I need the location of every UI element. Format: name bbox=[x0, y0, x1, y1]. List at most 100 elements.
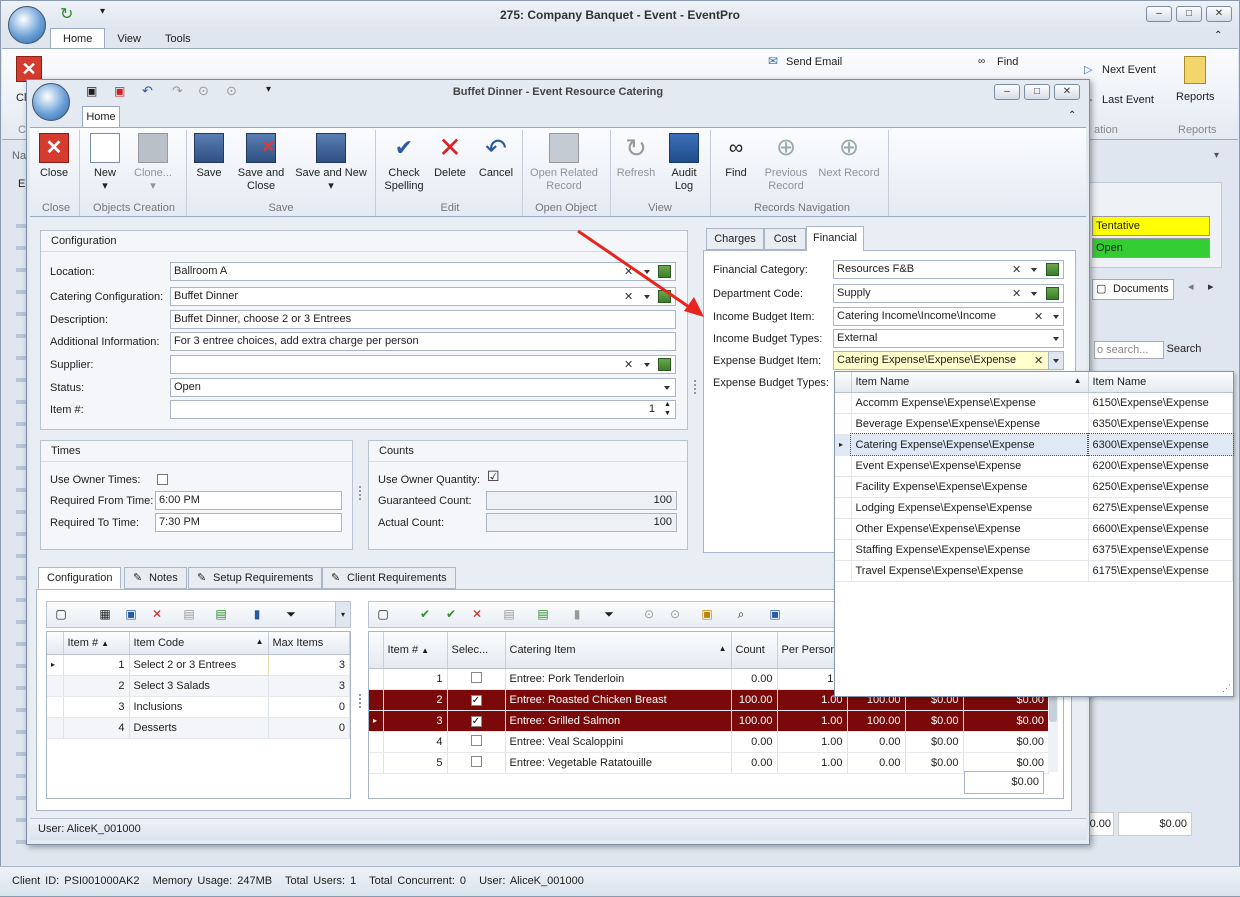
dropdown-cell-item-code[interactable]: 6175\Expense\Expense bbox=[1088, 560, 1233, 582]
dropdown-row[interactable]: Other Expense\Expense\Expense 6600\Expens… bbox=[835, 518, 1233, 540]
tab-charges[interactable]: Charges bbox=[706, 228, 764, 250]
dropdown-cell-item-name[interactable]: Travel Expense\Expense\Expense bbox=[851, 560, 1089, 582]
items-filter-icon[interactable]: ⏷ bbox=[600, 605, 618, 623]
tab-configuration[interactable]: Configuration bbox=[38, 567, 122, 589]
use-owner-quantity-checkbox[interactable]: ☑ bbox=[487, 469, 500, 483]
items-copy-icon[interactable]: ▤ bbox=[500, 605, 518, 623]
main-tab-view[interactable]: View bbox=[105, 29, 153, 49]
child-maximize-button[interactable]: □ bbox=[1024, 84, 1050, 100]
items-new-icon[interactable]: ▢ bbox=[374, 605, 392, 623]
main-tab-tools[interactable]: Tools bbox=[153, 29, 203, 49]
tab-scroll-right-icon[interactable]: ▸ bbox=[1208, 280, 1214, 293]
dropdown-cell-item-code[interactable]: 6200\Expense\Expense bbox=[1088, 455, 1233, 477]
tb-export-icon[interactable]: ▤ bbox=[212, 605, 230, 623]
dropdown-row[interactable]: Lodging Expense\Expense\Expense 6275\Expe… bbox=[835, 497, 1233, 519]
table-row[interactable]: 3 Inclusions 0 bbox=[47, 696, 350, 718]
tb-new-icon[interactable]: ▢ bbox=[52, 605, 70, 623]
dropdown-cell-item-code[interactable]: 6250\Expense\Expense bbox=[1088, 476, 1233, 498]
use-owner-times-checkbox[interactable] bbox=[157, 474, 168, 485]
items-check-icon[interactable]: ✔ bbox=[416, 605, 434, 623]
expense-budget-item-dropdown-icon[interactable] bbox=[1053, 359, 1059, 363]
refresh-icon[interactable]: ↻ bbox=[60, 4, 73, 24]
cell-per-person[interactable]: 1.00 bbox=[777, 731, 848, 753]
department-code-clear-icon[interactable]: ✕ bbox=[1012, 287, 1021, 300]
cell-item-number[interactable]: 2 bbox=[63, 675, 130, 697]
cell-catering-item[interactable]: Entree: Roasted Chicken Breast bbox=[505, 689, 732, 711]
income-budget-item-clear-icon[interactable]: ✕ bbox=[1034, 310, 1043, 323]
audit-log-button[interactable]: Audit Log bbox=[666, 133, 702, 193]
previous-record-button[interactable]: ⊕ Previous Record bbox=[760, 133, 812, 193]
dropdown-row[interactable]: Beverage Expense\Expense\Expense 6350\Exp… bbox=[835, 413, 1233, 435]
table-row[interactable]: 4 Desserts 0 bbox=[47, 717, 350, 739]
supplier-clear-icon[interactable]: ✕ bbox=[624, 358, 633, 371]
cell-extra-3[interactable]: $0.00 bbox=[963, 752, 1049, 774]
splitter-grip[interactable] bbox=[694, 380, 696, 394]
send-email-button[interactable]: Send Email bbox=[786, 56, 842, 68]
status-select[interactable]: Open bbox=[170, 378, 676, 397]
check-spelling-button[interactable]: ✔ Check Spelling bbox=[384, 133, 424, 193]
financial-category-clear-icon[interactable]: ✕ bbox=[1012, 263, 1021, 276]
cell-selected[interactable] bbox=[447, 752, 506, 774]
dropdown-cell-item-name[interactable]: Event Expense\Expense\Expense bbox=[851, 455, 1089, 477]
income-budget-item-dropdown-icon[interactable] bbox=[1053, 315, 1059, 319]
items-export-icon[interactable]: ▤ bbox=[534, 605, 552, 623]
table-row[interactable]: 2 Select 3 Salads 3 bbox=[47, 675, 350, 697]
cell-catering-item[interactable]: Entree: Vegetable Ratatouille bbox=[505, 752, 732, 774]
additional-information-field[interactable]: For 3 entree choices, add extra charge p… bbox=[170, 332, 676, 351]
cell-selected[interactable]: ✓ bbox=[447, 689, 506, 711]
supplier-field[interactable] bbox=[170, 355, 676, 374]
cell-count[interactable]: 0.00 bbox=[731, 731, 778, 753]
child-minimize-button[interactable]: – bbox=[994, 84, 1020, 100]
dropdown-row[interactable]: Staffing Expense\Expense\Expense 6375\Exp… bbox=[835, 539, 1233, 561]
financial-category-field[interactable]: Resources F&B bbox=[833, 260, 1064, 279]
col-selected[interactable]: Selec... bbox=[447, 632, 506, 669]
cell-item-code[interactable]: Inclusions bbox=[129, 696, 269, 718]
tentative-status[interactable]: Tentative bbox=[1092, 216, 1210, 236]
checked-checkbox-icon[interactable]: ✓ bbox=[470, 715, 482, 727]
dropdown-cell-item-code[interactable]: 6600\Expense\Expense bbox=[1088, 518, 1233, 540]
unchecked-checkbox-icon[interactable] bbox=[470, 671, 482, 683]
save-and-close-button[interactable]: ✕ Save and Close bbox=[236, 133, 286, 193]
col-items-number[interactable]: Item # ▲ bbox=[383, 632, 448, 669]
supplier-dropdown-icon[interactable] bbox=[644, 363, 650, 367]
cell-max-items[interactable]: 3 bbox=[268, 654, 350, 676]
delete-button[interactable]: ✕ Delete bbox=[432, 133, 468, 180]
dropdown-cell-item-name[interactable]: Other Expense\Expense\Expense bbox=[851, 518, 1089, 540]
cell-selected[interactable] bbox=[447, 668, 506, 690]
main-maximize-button[interactable]: □ bbox=[1176, 6, 1202, 22]
cell-per-person[interactable]: 1.00 bbox=[777, 710, 848, 732]
dropdown-cell-item-code[interactable]: 6275\Expense\Expense bbox=[1088, 497, 1233, 519]
actual-count-field[interactable]: 100 bbox=[486, 513, 677, 532]
tab-financial[interactable]: Financial bbox=[806, 226, 864, 251]
item-number-spinner[interactable]: 1 bbox=[170, 400, 676, 419]
cell-extra-1[interactable]: 100.00 bbox=[847, 710, 906, 732]
collapse-ribbon-icon[interactable]: ⌃ bbox=[1214, 30, 1222, 41]
quick-access-dropdown-icon[interactable]: ▾ bbox=[100, 6, 105, 17]
child-collapse-ribbon-icon[interactable]: ⌃ bbox=[1068, 110, 1076, 121]
tab-notes[interactable]: ✎ Notes bbox=[124, 567, 187, 589]
cell-item-number[interactable]: 5 bbox=[383, 752, 448, 774]
child-close-button[interactable]: ✕ bbox=[1054, 84, 1080, 100]
refresh-button[interactable]: ↻ Refresh bbox=[614, 133, 658, 180]
cell-extra-3[interactable]: $0.00 bbox=[963, 710, 1049, 732]
cell-item-number[interactable]: 4 bbox=[383, 731, 448, 753]
expense-budget-item-field[interactable]: Catering Expense\Expense\Expense bbox=[833, 351, 1064, 370]
cell-extra-2[interactable]: $0.00 bbox=[905, 731, 964, 753]
qa-save-close-icon[interactable]: ▣ bbox=[114, 84, 125, 98]
cell-extra-3[interactable]: $0.00 bbox=[963, 731, 1049, 753]
table-row[interactable]: 4 Entree: Veal Scaloppini 0.00 1.00 0.00 $0.0… bbox=[369, 731, 1049, 753]
toolbar-overflow-icon[interactable]: ▾ bbox=[335, 602, 350, 627]
dropdown-cell-item-code[interactable]: 6375\Expense\Expense bbox=[1088, 539, 1233, 561]
cell-item-number[interactable]: 1 bbox=[63, 654, 130, 676]
department-code-dropdown-icon[interactable] bbox=[1031, 292, 1037, 296]
cell-item-code[interactable]: Desserts bbox=[129, 717, 269, 739]
reports-button[interactable]: Reports bbox=[1176, 91, 1215, 103]
cell-extra-1[interactable]: 0.00 bbox=[847, 731, 906, 753]
dropdown-cell-item-name[interactable]: Lodging Expense\Expense\Expense bbox=[851, 497, 1089, 519]
table-row[interactable]: 5 Entree: Vegetable Ratatouille 0.00 1.00 0.… bbox=[369, 752, 1049, 774]
tb-save-icon[interactable]: ▣ bbox=[122, 605, 140, 623]
main-close-button[interactable]: ✕ bbox=[1206, 6, 1232, 22]
splitter-grip[interactable] bbox=[359, 694, 361, 708]
table-row[interactable]: ▸ 1 Select 2 or 3 Entrees 3 bbox=[47, 653, 350, 676]
tb-filter-icon[interactable]: ⏷ bbox=[282, 605, 300, 623]
